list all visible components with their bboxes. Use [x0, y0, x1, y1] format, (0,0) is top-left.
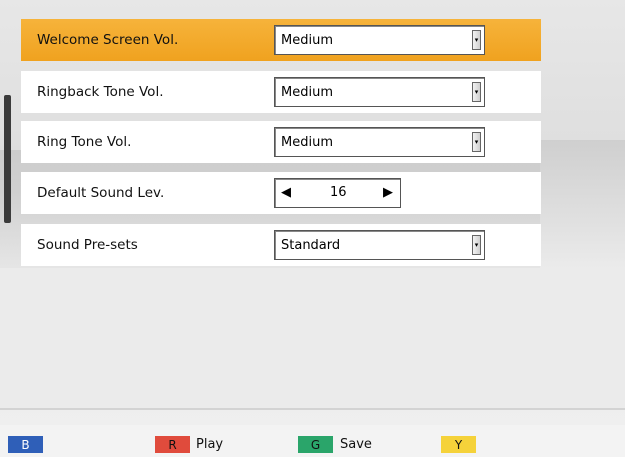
- setting-row-welcome-screen-vol[interactable]: Welcome Screen Vol. Medium ▾: [21, 19, 541, 61]
- setting-row-ringback-tone-vol[interactable]: Ringback Tone Vol. Medium ▾: [21, 71, 541, 113]
- background-floor: [0, 268, 625, 408]
- ringback-tone-vol-select[interactable]: Medium ▾: [274, 77, 485, 107]
- setting-label: Default Sound Lev.: [37, 185, 165, 201]
- left-triangle-icon[interactable]: ◀: [281, 185, 291, 200]
- setting-label: Welcome Screen Vol.: [37, 32, 179, 48]
- play-label: Play: [196, 437, 224, 452]
- blue-key[interactable]: B: [8, 436, 43, 453]
- save-label: Save: [340, 437, 372, 452]
- select-value: Medium: [281, 134, 333, 150]
- setting-label: Sound Pre-sets: [37, 237, 138, 253]
- chevron-down-icon[interactable]: ▾: [472, 30, 481, 50]
- ring-tone-vol-select[interactable]: Medium ▾: [274, 127, 485, 157]
- chevron-down-icon[interactable]: ▾: [472, 82, 481, 102]
- divider: [0, 408, 625, 410]
- setting-row-ring-tone-vol[interactable]: Ring Tone Vol. Medium ▾: [21, 121, 541, 163]
- green-key[interactable]: G: [298, 436, 333, 453]
- select-value: Medium: [281, 32, 333, 48]
- settings-screen: Welcome Screen Vol. Medium ▾ Ringback To…: [0, 0, 625, 425]
- yellow-key[interactable]: Y: [441, 436, 476, 453]
- select-value: Standard: [281, 237, 341, 253]
- select-value: Medium: [281, 84, 333, 100]
- chevron-down-icon[interactable]: ▾: [472, 132, 481, 152]
- right-triangle-icon[interactable]: ▶: [383, 185, 393, 200]
- setting-row-default-sound-lev[interactable]: Default Sound Lev. ◀ 16 ▶: [21, 172, 541, 214]
- color-key-bar: B R Play G Save Y: [0, 425, 625, 457]
- red-key[interactable]: R: [155, 436, 190, 453]
- setting-row-sound-presets[interactable]: Sound Pre-sets Standard ▾: [21, 224, 541, 266]
- welcome-screen-vol-select[interactable]: Medium ▾: [274, 25, 485, 55]
- stepper-value: 16: [330, 185, 347, 200]
- setting-label: Ring Tone Vol.: [37, 134, 132, 150]
- background-shape: [4, 95, 11, 223]
- chevron-down-icon[interactable]: ▾: [472, 235, 481, 255]
- default-sound-level-stepper[interactable]: ◀ 16 ▶: [274, 178, 401, 208]
- setting-label: Ringback Tone Vol.: [37, 84, 164, 100]
- sound-presets-select[interactable]: Standard ▾: [274, 230, 485, 260]
